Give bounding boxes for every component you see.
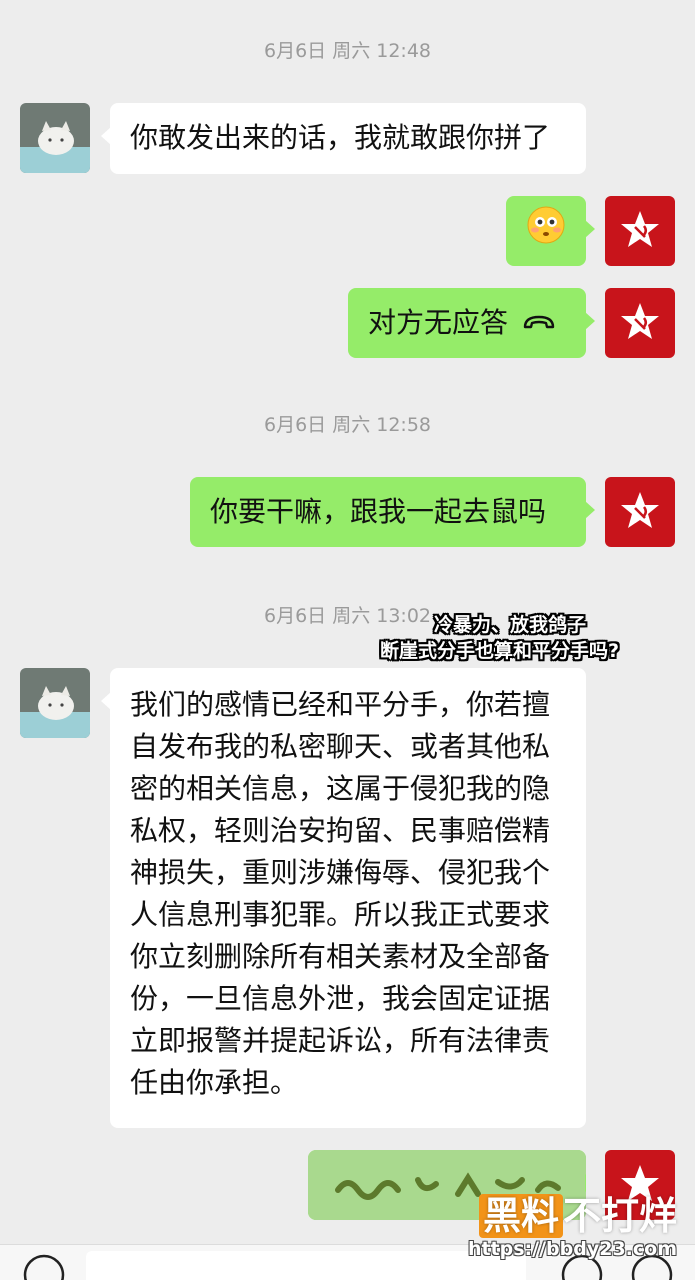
message-text: 你敢发出来的话，我就敢跟你拼了 xyxy=(130,121,551,154)
timestamp: 6月6日 周六 12:58 xyxy=(263,414,431,436)
star-emblem-icon xyxy=(620,490,660,534)
watermark-logo: 黑料 不打烊 xyxy=(468,1194,677,1238)
timestamp: 6月6日 周六 13:02 xyxy=(263,605,431,627)
message-line: 份，一旦信息外泄，我会固定证据 xyxy=(130,982,551,1015)
message-line: 我们的感情已经和平分手，你若擅 xyxy=(130,688,551,721)
contact-avatar[interactable] xyxy=(20,668,90,738)
message-line: 人信息刑事犯罪。所以我正式要求 xyxy=(130,898,551,931)
self-avatar[interactable] xyxy=(605,477,675,547)
self-avatar[interactable] xyxy=(605,288,675,358)
message-line: 私权，轻则治安拘留、民事赔偿精 xyxy=(130,814,551,847)
message-bubble[interactable] xyxy=(506,196,595,266)
long-message-bubble[interactable]: 我们的感情已经和平分手，你若擅 自发布我的私密聊天、或者其他私 密的相关信息，这… xyxy=(101,668,586,1128)
watermark: 黑料 不打烊 https://bbdy23.com xyxy=(468,1194,677,1260)
message-text: 你要干嘛，跟我一起去鼠吗 xyxy=(210,495,547,528)
overlay-caption-line1: 冷暴力、放我鸽子 xyxy=(434,614,587,636)
hang-up-icon xyxy=(522,302,556,344)
message-input[interactable] xyxy=(86,1251,526,1280)
star-emblem-icon xyxy=(620,209,660,253)
message-line: 密的相关信息，这属于侵犯我的隐 xyxy=(130,772,551,805)
star-emblem-icon xyxy=(620,301,660,345)
overlay-caption-line2: 断崖式分手也算和平分手吗? xyxy=(380,640,620,662)
contact-avatar[interactable] xyxy=(20,103,90,173)
watermark-brand-rest: 不打烊 xyxy=(562,1194,677,1238)
watermark-brand-highlight: 黑料 xyxy=(478,1194,563,1238)
timestamp: 6月6日 周六 12:48 xyxy=(263,40,431,62)
self-avatar[interactable] xyxy=(605,196,675,266)
call-record-bubble[interactable]: 对方无应答 xyxy=(348,288,595,358)
message-line: 任由你承担。 xyxy=(130,1066,299,1099)
message-text: 对方无应答 xyxy=(368,306,509,339)
message-line: 神损失，重则涉嫌侮辱、侵犯我个 xyxy=(130,856,551,889)
message-bubble[interactable]: 你敢发出来的话，我就敢跟你拼了 xyxy=(101,103,586,174)
message-line: 立即报警并提起诉讼，所有法律责 xyxy=(130,1024,551,1057)
flushed-face-emoji-icon xyxy=(527,206,565,256)
message-line: 你立刻删除所有相关素材及全部备 xyxy=(130,940,551,973)
voice-input-icon[interactable] xyxy=(22,1253,66,1280)
watermark-url: https://bbdy23.com xyxy=(467,1238,677,1260)
message-line: 自发布我的私密聊天、或者其他私 xyxy=(130,730,551,763)
message-bubble[interactable]: 你要干嘛，跟我一起去鼠吗 xyxy=(190,477,595,547)
